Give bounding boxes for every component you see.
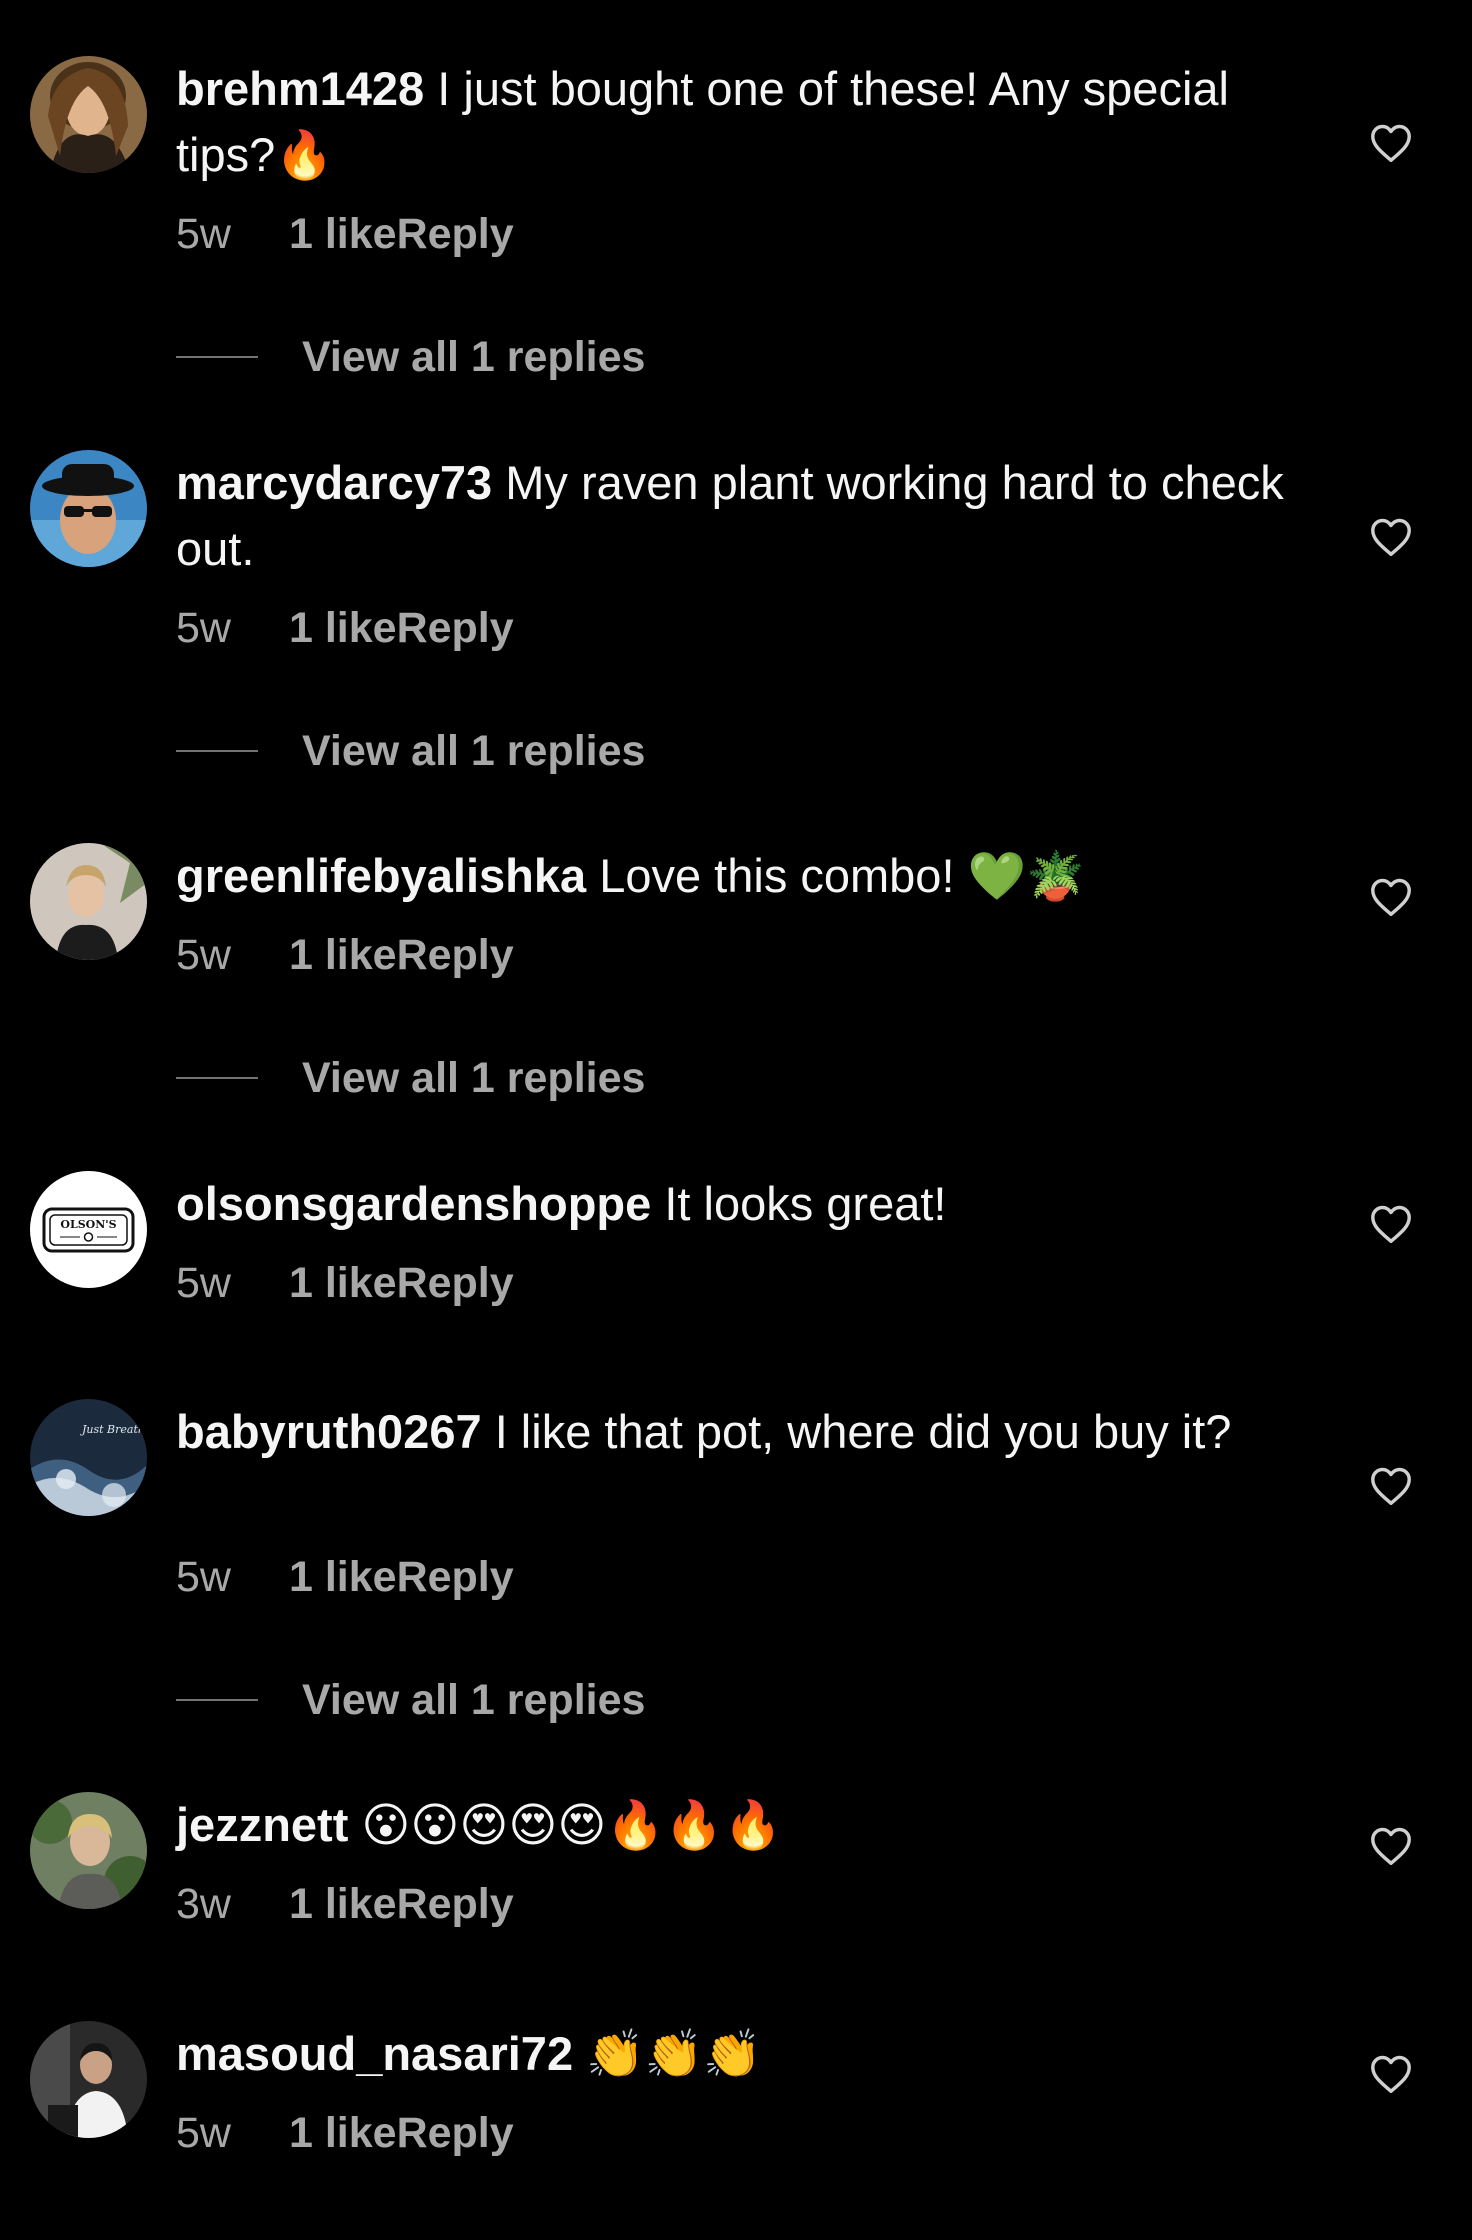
comment-text: masoud_nasari72 👏👏👏 [176, 2021, 1316, 2088]
comment-likes[interactable]: 1 like [289, 1880, 397, 1928]
comment-likes[interactable]: 1 like [289, 931, 397, 979]
heart-outline-icon[interactable] [1368, 120, 1414, 166]
comment-username[interactable]: jezznett [176, 1798, 348, 1851]
comment-meta: 5w 1 likeReply [176, 1258, 514, 1308]
comment-username[interactable]: olsonsgardenshoppe [176, 1177, 651, 1230]
reply-divider-line [176, 356, 258, 358]
reply-button[interactable]: Reply [397, 2109, 514, 2157]
comment-username[interactable]: brehm1428 [176, 62, 424, 115]
heart-outline-icon[interactable] [1368, 1463, 1414, 1509]
comment-text: brehm1428 I just bought one of these! An… [176, 56, 1316, 189]
heart-outline-icon[interactable] [1368, 2051, 1414, 2097]
comment-text: marcydarcy73 My raven plant working hard… [176, 450, 1316, 582]
comment-likes[interactable]: 1 like [289, 1553, 397, 1601]
comment-username[interactable]: greenlifebyalishka [176, 849, 586, 902]
avatar-script-text: Just Breathe [80, 1423, 147, 1436]
avatar[interactable] [30, 2021, 147, 2138]
comment-age: 3w [176, 1880, 231, 1928]
avatar[interactable] [30, 56, 147, 173]
reply-divider-line [176, 1077, 258, 1079]
heart-outline-icon[interactable] [1368, 1823, 1414, 1869]
comment-meta: 5w 1 likeReply [176, 2108, 514, 2158]
reply-button[interactable]: Reply [397, 210, 514, 258]
heart-outline-icon[interactable] [1368, 514, 1414, 560]
comment-body: It looks great! [664, 1177, 947, 1230]
comment-age: 5w [176, 1259, 231, 1307]
heart-outline-icon[interactable] [1368, 874, 1414, 920]
comment-emoji: 👏👏👏 [586, 2027, 762, 2082]
comment-meta: 3w 1 likeReply [176, 1879, 514, 1929]
reply-button[interactable]: Reply [397, 604, 514, 652]
reply-button[interactable]: Reply [397, 931, 514, 979]
comment-emoji: 😮😮😍😍😍🔥🔥🔥 [361, 1798, 782, 1853]
reply-button[interactable]: Reply [397, 1880, 514, 1928]
avatar[interactable] [30, 843, 147, 960]
comment-likes[interactable]: 1 like [289, 604, 397, 652]
comment-body: Love this combo! [599, 849, 955, 902]
avatar-logo-text: OLSON'S [60, 1218, 116, 1231]
comment-meta: 5w 1 likeReply [176, 209, 514, 259]
comment-likes[interactable]: 1 like [289, 1259, 397, 1307]
comment-meta: 5w 1 likeReply [176, 603, 514, 653]
comment-meta: 5w 1 likeReply [176, 930, 514, 980]
heart-outline-icon[interactable] [1368, 1201, 1414, 1247]
comment-username[interactable]: masoud_nasari72 [176, 2027, 573, 2080]
comment-text: jezznett 😮😮😍😍😍🔥🔥🔥 [176, 1792, 1316, 1859]
comment-age: 5w [176, 604, 231, 652]
view-replies-label: View all 1 replies [302, 333, 646, 381]
avatar[interactable]: OLSON'S [30, 1171, 147, 1288]
reply-button[interactable]: Reply [397, 1553, 514, 1601]
comment-text: olsonsgardenshoppe It looks great! [176, 1171, 1316, 1237]
comment-emoji: 🔥 [275, 128, 334, 183]
comment-username[interactable]: marcydarcy73 [176, 456, 492, 509]
reply-divider-line [176, 750, 258, 752]
comment-text: babyruth0267 I like that pot, where did … [176, 1399, 1316, 1465]
avatar[interactable] [30, 450, 147, 567]
comment-likes[interactable]: 1 like [289, 210, 397, 258]
view-replies-label: View all 1 replies [302, 727, 646, 775]
comment-meta: 5w 1 likeReply [176, 1552, 514, 1602]
comment-age: 5w [176, 2109, 231, 2157]
comment-body: I like that pot, where did you buy it? [494, 1405, 1232, 1458]
comment-likes[interactable]: 1 like [289, 2109, 397, 2157]
avatar[interactable] [30, 1792, 147, 1909]
comment-age: 5w [176, 931, 231, 979]
avatar[interactable]: Just Breathe [30, 1399, 147, 1516]
comment-text: greenlifebyalishka Love this combo! 💚🪴 [176, 843, 1316, 910]
comment-age: 5w [176, 1553, 231, 1601]
view-replies-label: View all 1 replies [302, 1054, 646, 1102]
comment-emoji: 💚🪴 [967, 849, 1085, 904]
comment-username[interactable]: babyruth0267 [176, 1405, 482, 1458]
reply-divider-line [176, 1699, 258, 1701]
comment-age: 5w [176, 210, 231, 258]
view-replies-label: View all 1 replies [302, 1676, 646, 1724]
reply-button[interactable]: Reply [397, 1259, 514, 1307]
